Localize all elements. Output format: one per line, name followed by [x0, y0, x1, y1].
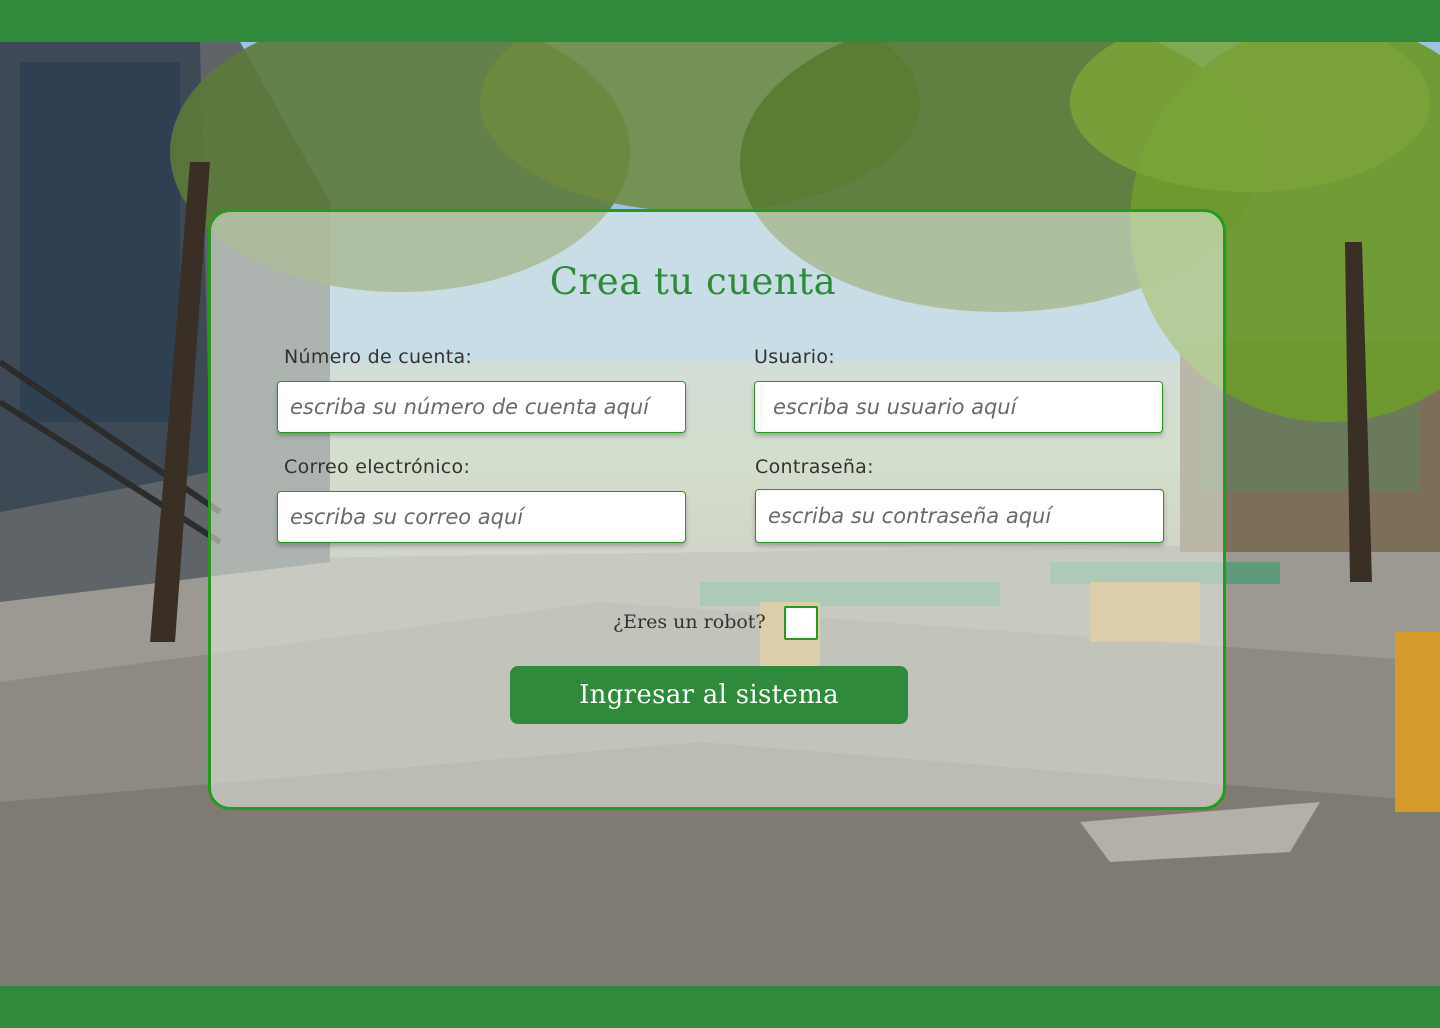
top-header-bar — [0, 0, 1440, 42]
signup-form-card: Crea tu cuenta Número de cuenta: Usuario… — [208, 209, 1226, 810]
account-number-input[interactable] — [277, 381, 686, 433]
username-label: Usuario: — [754, 346, 836, 368]
email-input[interactable] — [277, 491, 686, 543]
password-input[interactable] — [755, 489, 1164, 543]
captcha-checkbox[interactable] — [784, 606, 818, 640]
submit-button[interactable]: Ingresar al sistema — [510, 666, 908, 724]
bottom-footer-bar — [0, 986, 1440, 1028]
captcha-label: ¿Eres un robot? — [613, 611, 766, 633]
page: Crea tu cuenta Número de cuenta: Usuario… — [0, 0, 1440, 1028]
form-title: Crea tu cuenta — [549, 260, 837, 303]
email-label: Correo electrónico: — [284, 456, 471, 478]
account-number-label: Número de cuenta: — [284, 346, 473, 368]
username-input[interactable] — [754, 381, 1163, 433]
password-label: Contraseña: — [755, 456, 874, 478]
